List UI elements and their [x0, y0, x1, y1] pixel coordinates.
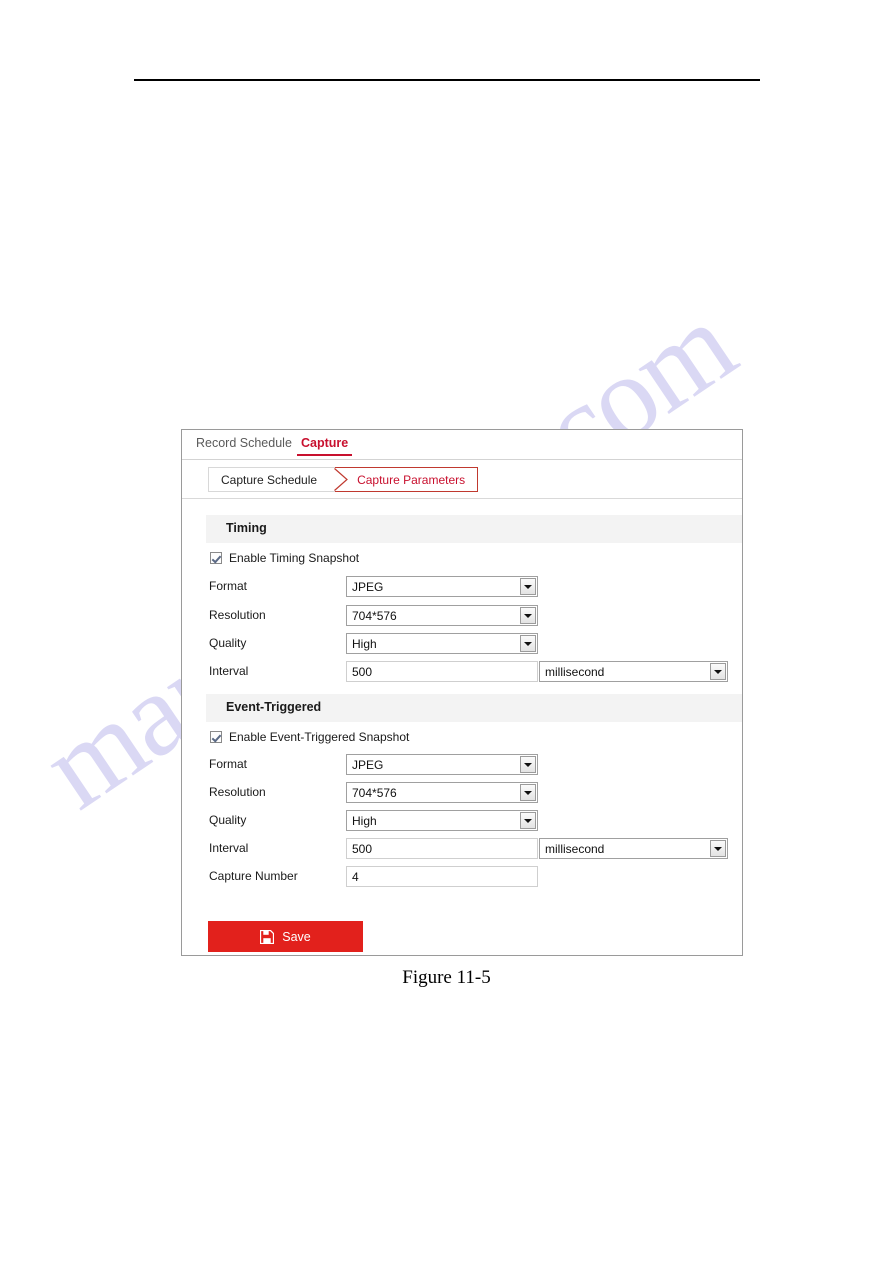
save-button[interactable]: Save	[208, 921, 363, 952]
save-button-label: Save	[282, 929, 311, 944]
label-event-resolution: Resolution	[209, 785, 266, 799]
label-timing-quality: Quality	[209, 636, 247, 650]
chevron-down-icon[interactable]	[520, 812, 536, 829]
label-event-quality: Quality	[209, 813, 247, 827]
input-event-capture-number[interactable]: 4	[346, 866, 538, 887]
chevron-down-icon[interactable]	[520, 635, 536, 652]
select-event-quality[interactable]: High	[346, 810, 538, 831]
chevron-down-icon[interactable]	[520, 784, 536, 801]
input-timing-interval-value: 500	[352, 665, 373, 679]
checkbox-icon[interactable]	[210, 552, 222, 564]
enable-timing-snapshot-label: Enable Timing Snapshot	[229, 551, 360, 565]
breadcrumb-item-capture-parameters[interactable]: Capture Parameters	[334, 467, 479, 492]
select-timing-quality[interactable]: High	[346, 633, 538, 654]
label-timing-format: Format	[209, 579, 248, 593]
select-timing-format-value: JPEG	[352, 580, 384, 594]
section-band-event-triggered: Event-Triggered	[206, 694, 742, 722]
row-event-quality: Quality High	[182, 810, 742, 832]
breadcrumb-item-capture-schedule[interactable]: Capture Schedule	[208, 467, 336, 492]
tab-record-schedule[interactable]: Record Schedule	[196, 436, 292, 450]
select-timing-quality-value: High	[352, 637, 377, 651]
select-event-resolution-value: 704*576	[352, 786, 397, 800]
select-event-format[interactable]: JPEG	[346, 754, 538, 775]
label-timing-resolution: Resolution	[209, 608, 266, 622]
breadcrumb-label: Capture Parameters	[357, 472, 466, 487]
row-event-capture-number: Capture Number 4	[182, 866, 742, 888]
row-timing-quality: Quality High	[182, 633, 742, 655]
section-title-timing: Timing	[226, 521, 267, 535]
input-timing-interval[interactable]: 500	[346, 661, 538, 682]
row-event-interval: Interval 500 millisecond	[182, 838, 742, 860]
chevron-down-icon[interactable]	[710, 663, 726, 680]
tab-capture[interactable]: Capture	[296, 436, 353, 456]
input-event-interval-value: 500	[352, 842, 373, 856]
label-timing-interval: Interval	[209, 664, 249, 678]
input-event-interval[interactable]: 500	[346, 838, 538, 859]
enable-timing-snapshot-row[interactable]: Enable Timing Snapshot	[210, 550, 359, 566]
enable-event-triggered-snapshot-label: Enable Event-Triggered Snapshot	[229, 730, 410, 744]
select-event-quality-value: High	[352, 814, 377, 828]
label-event-format: Format	[209, 757, 248, 771]
select-timing-resolution[interactable]: 704*576	[346, 605, 538, 626]
chevron-down-icon[interactable]	[520, 607, 536, 624]
breadcrumb-label: Capture Schedule	[221, 472, 318, 487]
select-event-interval-unit[interactable]: millisecond	[539, 838, 728, 859]
section-title-event-triggered: Event-Triggered	[226, 700, 322, 714]
select-event-resolution[interactable]: 704*576	[346, 782, 538, 803]
row-timing-interval: Interval 500 millisecond	[182, 661, 742, 683]
breadcrumb-tabrow: Capture Schedule Capture Parameters	[182, 461, 742, 499]
enable-event-triggered-snapshot-row[interactable]: Enable Event-Triggered Snapshot	[210, 729, 409, 745]
input-event-capture-number-value: 4	[352, 870, 359, 884]
select-timing-format[interactable]: JPEG	[346, 576, 538, 597]
row-timing-format: Format JPEG	[182, 576, 742, 598]
chevron-down-icon[interactable]	[710, 840, 726, 857]
chevron-down-icon[interactable]	[520, 578, 536, 595]
main-tabbar: Record Schedule Capture	[182, 430, 742, 460]
checkbox-icon[interactable]	[210, 731, 222, 743]
chevron-down-icon[interactable]	[520, 756, 536, 773]
label-event-capture-number: Capture Number	[209, 869, 298, 883]
capture-parameters-figure: Record Schedule Capture Capture Schedule…	[181, 429, 743, 956]
save-disk-icon	[260, 929, 275, 944]
row-event-format: Format JPEG	[182, 754, 742, 776]
label-event-interval: Interval	[209, 841, 249, 855]
select-event-interval-unit-value: millisecond	[545, 842, 605, 856]
select-timing-interval-unit-value: millisecond	[545, 665, 605, 679]
chevron-right-icon	[334, 468, 348, 491]
section-band-timing: Timing	[206, 515, 742, 543]
settings-panel: Record Schedule Capture Capture Schedule…	[181, 429, 743, 956]
select-timing-resolution-value: 704*576	[352, 609, 397, 623]
select-timing-interval-unit[interactable]: millisecond	[539, 661, 728, 682]
row-event-resolution: Resolution 704*576	[182, 782, 742, 804]
select-event-format-value: JPEG	[352, 758, 384, 772]
figure-caption: Figure 11-5	[402, 967, 491, 988]
page-header-rule	[134, 79, 760, 81]
row-timing-resolution: Resolution 704*576	[182, 605, 742, 627]
breadcrumb: Capture Schedule Capture Parameters	[208, 467, 479, 492]
